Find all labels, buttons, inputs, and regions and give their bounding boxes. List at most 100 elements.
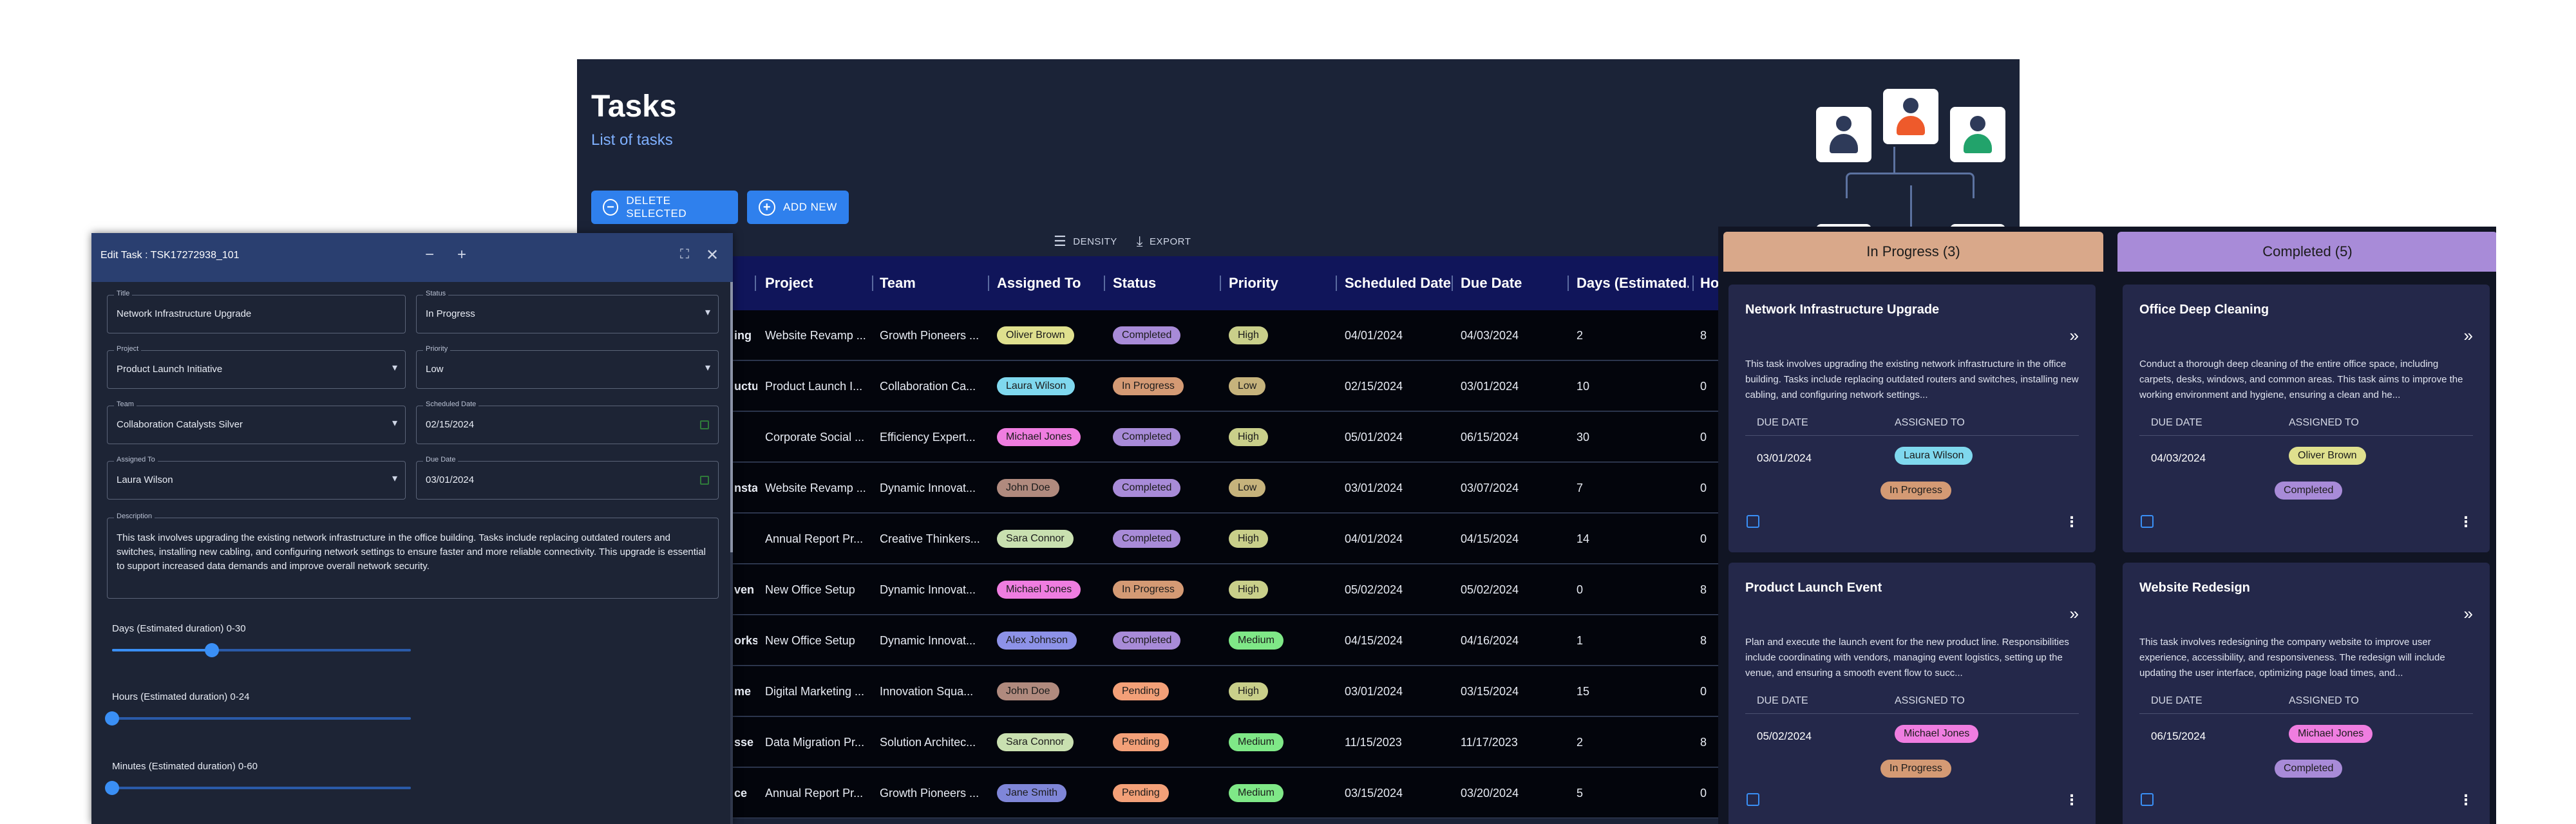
column-header-days[interactable]: Days (Estimated... <box>1577 256 1689 310</box>
hours-slider[interactable] <box>105 711 411 726</box>
density-button[interactable]: ☰ DENSITY <box>1054 233 1117 250</box>
export-button[interactable]: ⤓ EXPORT <box>1137 233 1191 250</box>
priority-cell: Medium <box>1229 768 1338 818</box>
more-vert-icon[interactable]: ⋮ <box>2065 792 2079 809</box>
table-row[interactable]: me Digital Marketing ... Innovation Squa..… <box>577 666 1723 716</box>
card-checkbox[interactable] <box>2141 793 2154 806</box>
fullscreen-icon[interactable]: ⛶ <box>680 247 689 262</box>
more-vert-icon[interactable]: ⋮ <box>2065 514 2079 530</box>
status-cell: Completed <box>1113 412 1222 462</box>
more-vert-icon[interactable]: ⋮ <box>2459 792 2473 809</box>
table-row[interactable]: nsta Website Revamp ... Dynamic Innovat...… <box>577 463 1723 513</box>
card-title: Website Redesign <box>2139 581 2250 595</box>
card-description: Conduct a thorough deep cleaning of the … <box>2139 359 2463 400</box>
move-card-icon[interactable]: » <box>2070 604 2079 624</box>
title-field-label: Title <box>114 290 133 297</box>
column-header-team[interactable]: Team <box>880 256 916 310</box>
due-date-value: 03/01/2024 <box>426 474 475 485</box>
slider-thumb[interactable] <box>204 643 219 657</box>
kanban-card[interactable]: Network Infrastructure Upgrade » This task… <box>1728 285 2096 552</box>
dialog-header[interactable]: Edit Task : TSK17272938_101 − + ⛶ ✕ <box>91 233 733 282</box>
close-icon[interactable]: ✕ <box>706 246 719 265</box>
dialog-scrollbar[interactable] <box>730 282 733 824</box>
minimize-icon[interactable]: − <box>425 246 434 264</box>
dropdown-arrow-icon: ▾ <box>392 418 397 429</box>
column-header-due-date[interactable]: Due Date <box>1461 256 1522 310</box>
scheduled-date-field[interactable]: Scheduled Date 02/15/2024 <box>416 400 719 444</box>
assigned-cell: Michael Jones <box>997 412 1106 462</box>
days-cell: 1 <box>1577 633 1584 647</box>
person-icon <box>1950 107 2005 162</box>
task-name-cell: ce <box>734 786 748 800</box>
assigned-to-header: ASSIGNED TO <box>2289 695 2359 706</box>
table-row[interactable]: ing Website Revamp ... Growth Pioneers ...… <box>577 310 1723 360</box>
more-vert-icon[interactable]: ⋮ <box>2459 514 2473 530</box>
export-label: EXPORT <box>1149 236 1191 247</box>
dropdown-arrow-icon: ▾ <box>705 307 710 318</box>
column-header-status[interactable]: Status <box>1113 256 1156 310</box>
status-select-value: In Progress <box>426 308 475 319</box>
status-select[interactable]: Status In Progress ▾ <box>416 290 719 333</box>
move-card-icon[interactable]: » <box>2464 604 2473 624</box>
days-cell: 0 <box>1577 583 1584 596</box>
team-cell: Growth Pioneers ... <box>880 328 980 342</box>
column-header-priority[interactable]: Priority <box>1229 256 1278 310</box>
card-checkbox[interactable] <box>1747 793 1759 806</box>
add-new-button[interactable]: + ADD NEW <box>747 191 849 224</box>
due-date-field[interactable]: Due Date 03/01/2024 <box>416 456 719 500</box>
status-chip: Completed <box>1113 428 1181 446</box>
kanban-card[interactable]: Website Redesign » This task involves rede… <box>2123 563 2490 824</box>
description-value: This task involves upgrading the existin… <box>117 532 706 572</box>
table-row[interactable]: Corporate Social ... Efficiency Expert...… <box>577 412 1723 462</box>
title-field[interactable]: Title Network Infrastructure Upgrade <box>107 290 406 333</box>
priority-chip: High <box>1229 326 1268 344</box>
task-name-cell: nsta <box>734 481 757 494</box>
kanban-card[interactable]: Product Launch Event » Plan and execute th… <box>1728 563 2096 824</box>
description-field[interactable]: Description This task involves upgrading… <box>107 512 719 599</box>
project-cell: Corporate Social ... <box>765 430 865 444</box>
dialog-title: Edit Task : TSK17272938_101 <box>100 250 240 261</box>
days-slider[interactable] <box>112 643 411 657</box>
title-field-value: Network Infrastructure Upgrade <box>117 308 252 319</box>
calendar-icon[interactable] <box>700 476 709 485</box>
status-chip: Completed <box>2275 760 2343 778</box>
table-row[interactable]: ven New Office Setup Dynamic Innovat... Mic… <box>577 565 1723 615</box>
status-chip: Completed <box>2275 482 2343 500</box>
scheduled-cell: 03/01/2024 <box>1345 481 1403 494</box>
task-name-cell: me <box>734 684 752 698</box>
days-cell: 15 <box>1577 684 1590 698</box>
plus-icon[interactable]: + <box>457 246 466 264</box>
project-select[interactable]: Project Product Launch Initiative ▾ <box>107 345 406 389</box>
status-chip: Completed <box>1113 632 1181 650</box>
calendar-icon[interactable] <box>700 420 709 429</box>
assigned-to-select[interactable]: Assigned To Laura Wilson ▾ <box>107 456 406 500</box>
slider-thumb[interactable] <box>105 711 119 726</box>
assignee-chip: Michael Jones <box>2289 725 2373 743</box>
due-cell: 03/15/2024 <box>1461 684 1519 698</box>
table-row[interactable]: sse Data Migration Pr... Solution Architec… <box>577 717 1723 767</box>
priority-chip: High <box>1229 581 1268 599</box>
card-checkbox[interactable] <box>2141 515 2154 528</box>
move-card-icon[interactable]: » <box>2070 326 2079 346</box>
priority-select[interactable]: Priority Low ▾ <box>416 345 719 389</box>
table-row[interactable]: orks New Office Setup Dynamic Innovat... Al… <box>577 615 1723 666</box>
assigned-to-header: ASSIGNED TO <box>1895 417 1965 428</box>
column-header-project[interactable]: Project <box>765 256 813 310</box>
table-row[interactable]: uctu Product Launch I... Collaboration Ca.… <box>577 361 1723 411</box>
team-select-label: Team <box>114 400 137 408</box>
kanban-card[interactable]: Office Deep Cleaning » Conduct a thorough … <box>2123 285 2490 552</box>
delete-selected-button[interactable]: − DELETE SELECTED <box>591 191 738 224</box>
slider-thumb[interactable] <box>105 781 119 795</box>
table-row[interactable]: ce Annual Report Pr... Growth Pioneers ...… <box>577 768 1723 818</box>
move-card-icon[interactable]: » <box>2464 326 2473 346</box>
dropdown-arrow-icon: ▾ <box>392 473 397 484</box>
minutes-slider[interactable] <box>105 781 411 795</box>
table-row[interactable]: Annual Report Pr... Creative Thinkers... S… <box>577 514 1723 564</box>
priority-cell: High <box>1229 310 1338 360</box>
assigned-chip: John Doe <box>997 479 1059 497</box>
column-header-assigned-to[interactable]: Assigned To <box>997 256 1081 310</box>
task-name-cell: orks <box>734 633 757 647</box>
team-select[interactable]: Team Collaboration Catalysts Silver ▾ <box>107 400 406 444</box>
column-header-scheduled-date[interactable]: Scheduled Date <box>1345 256 1451 310</box>
card-checkbox[interactable] <box>1747 515 1759 528</box>
